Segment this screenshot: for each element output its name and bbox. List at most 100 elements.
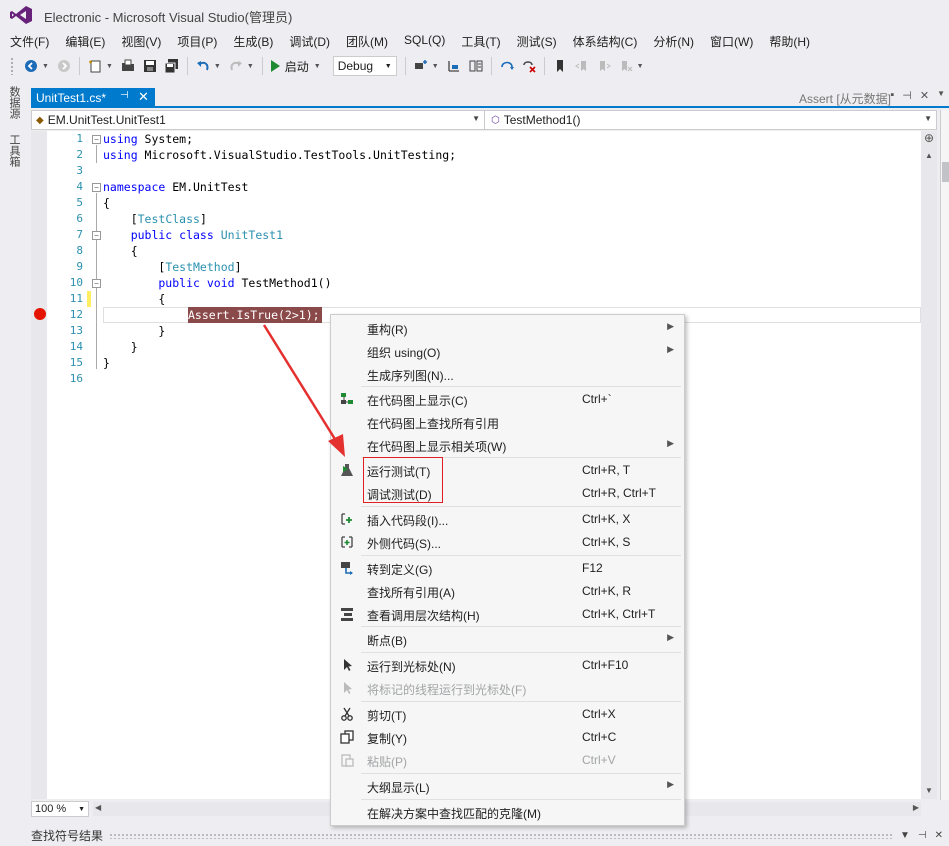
menu-separator [361,773,681,774]
keep-open-icon[interactable]: ▪ [890,89,894,102]
chevron-down-icon[interactable]: ▼ [314,63,321,70]
collapse-icon[interactable]: − [92,279,101,288]
menu-item-refactor[interactable]: 重构(R) ▶ [331,317,684,339]
toolbox-tab[interactable]: 工具箱 [6,134,20,167]
menu-file[interactable]: 文件(F) [4,30,55,52]
align-icon[interactable] [445,57,463,75]
redo-icon[interactable] [227,57,245,75]
menu-item-find-all-refs-on-code-map[interactable]: 在代码图上查找所有引用 [331,411,684,433]
menu-view[interactable]: 视图(V) [115,30,167,52]
vertical-scrollbar[interactable]: ⊕ ▲ ▼ [921,131,937,799]
panel-title[interactable]: 查找符号结果 [31,827,103,844]
menu-help[interactable]: 帮助(H) [763,30,816,52]
close-icon[interactable]: ✕ [920,89,929,102]
bookmark-icon[interactable] [551,57,569,75]
close-icon[interactable]: ✕ [935,830,943,841]
clear-bookmarks-icon[interactable] [520,57,538,75]
menu-item-cut[interactable]: 剪切(T) Ctrl+X [331,703,684,725]
find-symbol-results-panel: 查找符号结果 ▼ ⊣ ✕ [31,825,949,846]
data-sources-tab[interactable]: 数据源 [6,86,20,119]
selected-code[interactable]: Assert.IsTrue(2>1); [188,307,322,323]
menu-item-run-to-cursor[interactable]: 运行到光标处(N) Ctrl+F10 [331,654,684,676]
right-panel-scroll-thumb[interactable] [942,162,949,182]
menu-item-insert-snippet[interactable]: 插入代码段(I)... Ctrl+K, X [331,508,684,530]
pin-icon[interactable]: ⊣ [902,89,912,102]
save-icon[interactable] [141,57,159,75]
toolbar-overflow-icon[interactable]: ▼ [637,63,644,70]
menu-item-surround-with[interactable]: 外侧代码(S)... Ctrl+K, S [331,531,684,553]
save-all-icon[interactable] [163,57,181,75]
line-number: 11 [69,292,83,305]
menu-item-breakpoint[interactable]: 断点(B) ▶ [331,628,684,650]
solution-configuration-select[interactable]: Debug ▼ [332,56,397,76]
panel-grip[interactable] [109,832,892,839]
tab-unittest1-cs[interactable]: UnitTest1.cs* ⊣ ✕ [31,88,155,108]
step-into-icon[interactable] [498,57,516,75]
menu-window[interactable]: 窗口(W) [704,30,759,52]
menu-item-go-to-definition[interactable]: 转到定义(G) F12 [331,557,684,579]
collapse-icon[interactable]: − [92,135,101,144]
chevron-down-icon[interactable]: ▼ [432,63,439,70]
toolbar-grip[interactable] [10,57,14,75]
chevron-down-icon[interactable]: ▼ [106,63,113,70]
chevron-down-icon[interactable]: ▼ [214,63,221,70]
find-in-files-icon[interactable] [412,57,430,75]
scroll-up-icon[interactable]: ▲ [925,151,933,160]
menu-architecture[interactable]: 体系结构(C) [567,30,644,52]
previous-bookmark-icon[interactable] [573,57,591,75]
zoom-select[interactable]: 100 % ▼ [31,801,89,817]
scroll-down-icon[interactable]: ▼ [925,786,933,795]
menu-item-copy[interactable]: 复制(Y) Ctrl+C [331,726,684,748]
new-project-icon[interactable] [86,57,104,75]
menu-team[interactable]: 团队(M) [340,30,394,52]
navigate-forward-icon[interactable] [55,57,73,75]
scroll-right-icon[interactable]: ▶ [913,803,919,812]
cursor-icon [339,681,355,695]
chevron-down-icon[interactable]: ▼ [937,89,945,102]
chevron-down-icon[interactable]: ▼ [247,63,254,70]
menu-project[interactable]: 项目(P) [171,30,223,52]
split-window-icon[interactable]: ⊕ [921,131,937,147]
line-number: 4 [76,180,83,193]
pin-icon[interactable]: ⊣ [918,830,927,841]
line-number: 3 [76,164,83,177]
tab-assert-metadata[interactable]: Assert [从元数据] [799,90,891,107]
pin-icon[interactable]: ⊣ [120,90,129,101]
collapse-icon[interactable]: − [92,231,101,240]
code-line: namespace EM.UnitTest [103,180,249,194]
clear-all-bookmarks-icon[interactable] [617,57,635,75]
menu-item-outlining[interactable]: 大纲显示(L) ▶ [331,775,684,797]
member-dropdown[interactable]: ⬡ TestMethod1() ▼ [485,111,936,129]
next-bookmark-icon[interactable] [595,57,613,75]
layout-icon[interactable] [467,57,485,75]
line-number: 2 [76,148,83,161]
menu-item-find-all-references[interactable]: 查找所有引用(A) Ctrl+K, R [331,580,684,602]
collapse-icon[interactable]: − [92,183,101,192]
start-debugging-button[interactable]: 启动 ▼ [270,58,325,75]
menu-item-view-call-hierarchy[interactable]: 查看调用层次结构(H) Ctrl+K, Ctrl+T [331,603,684,625]
menu-item-generate-sequence-diagram[interactable]: 生成序列图(N)... [331,363,684,385]
class-dropdown[interactable]: ◆ EM.UnitTest.UnitTest1 ▼ [32,111,485,129]
chevron-down-icon[interactable]: ▼ [900,830,910,841]
menu-sql[interactable]: SQL(Q) [398,30,451,52]
scroll-left-icon[interactable]: ◀ [95,803,101,812]
open-file-icon[interactable] [119,57,137,75]
menu-debug[interactable]: 调试(D) [283,30,336,52]
standard-toolbar: ▼ ▼ ▼ ▼ 启动 ▼ Debug ▼ ▼ ▼ [0,53,949,79]
menu-edit[interactable]: 编辑(E) [59,30,111,52]
chevron-down-icon[interactable]: ▼ [42,63,49,70]
menu-item-show-related-on-code-map[interactable]: 在代码图上显示相关项(W) ▶ [331,434,684,456]
line-number: 6 [76,212,83,225]
menu-analyze[interactable]: 分析(N) [647,30,700,52]
close-icon[interactable]: ✕ [138,89,149,105]
indicator-margin[interactable] [31,131,47,799]
undo-icon[interactable] [194,57,212,75]
menu-item-find-matching-clones[interactable]: 在解决方案中查找匹配的克隆(M) [331,801,684,823]
menu-build[interactable]: 生成(B) [227,30,279,52]
navigate-back-icon[interactable] [22,57,40,75]
menu-item-show-on-code-map[interactable]: 在代码图上显示(C) Ctrl+` [331,388,684,410]
menu-item-organize-usings[interactable]: 组织 using(O) ▶ [331,340,684,362]
breakpoint-icon[interactable] [34,308,46,320]
menu-tools[interactable]: 工具(T) [455,30,506,52]
menu-test[interactable]: 测试(S) [511,30,563,52]
